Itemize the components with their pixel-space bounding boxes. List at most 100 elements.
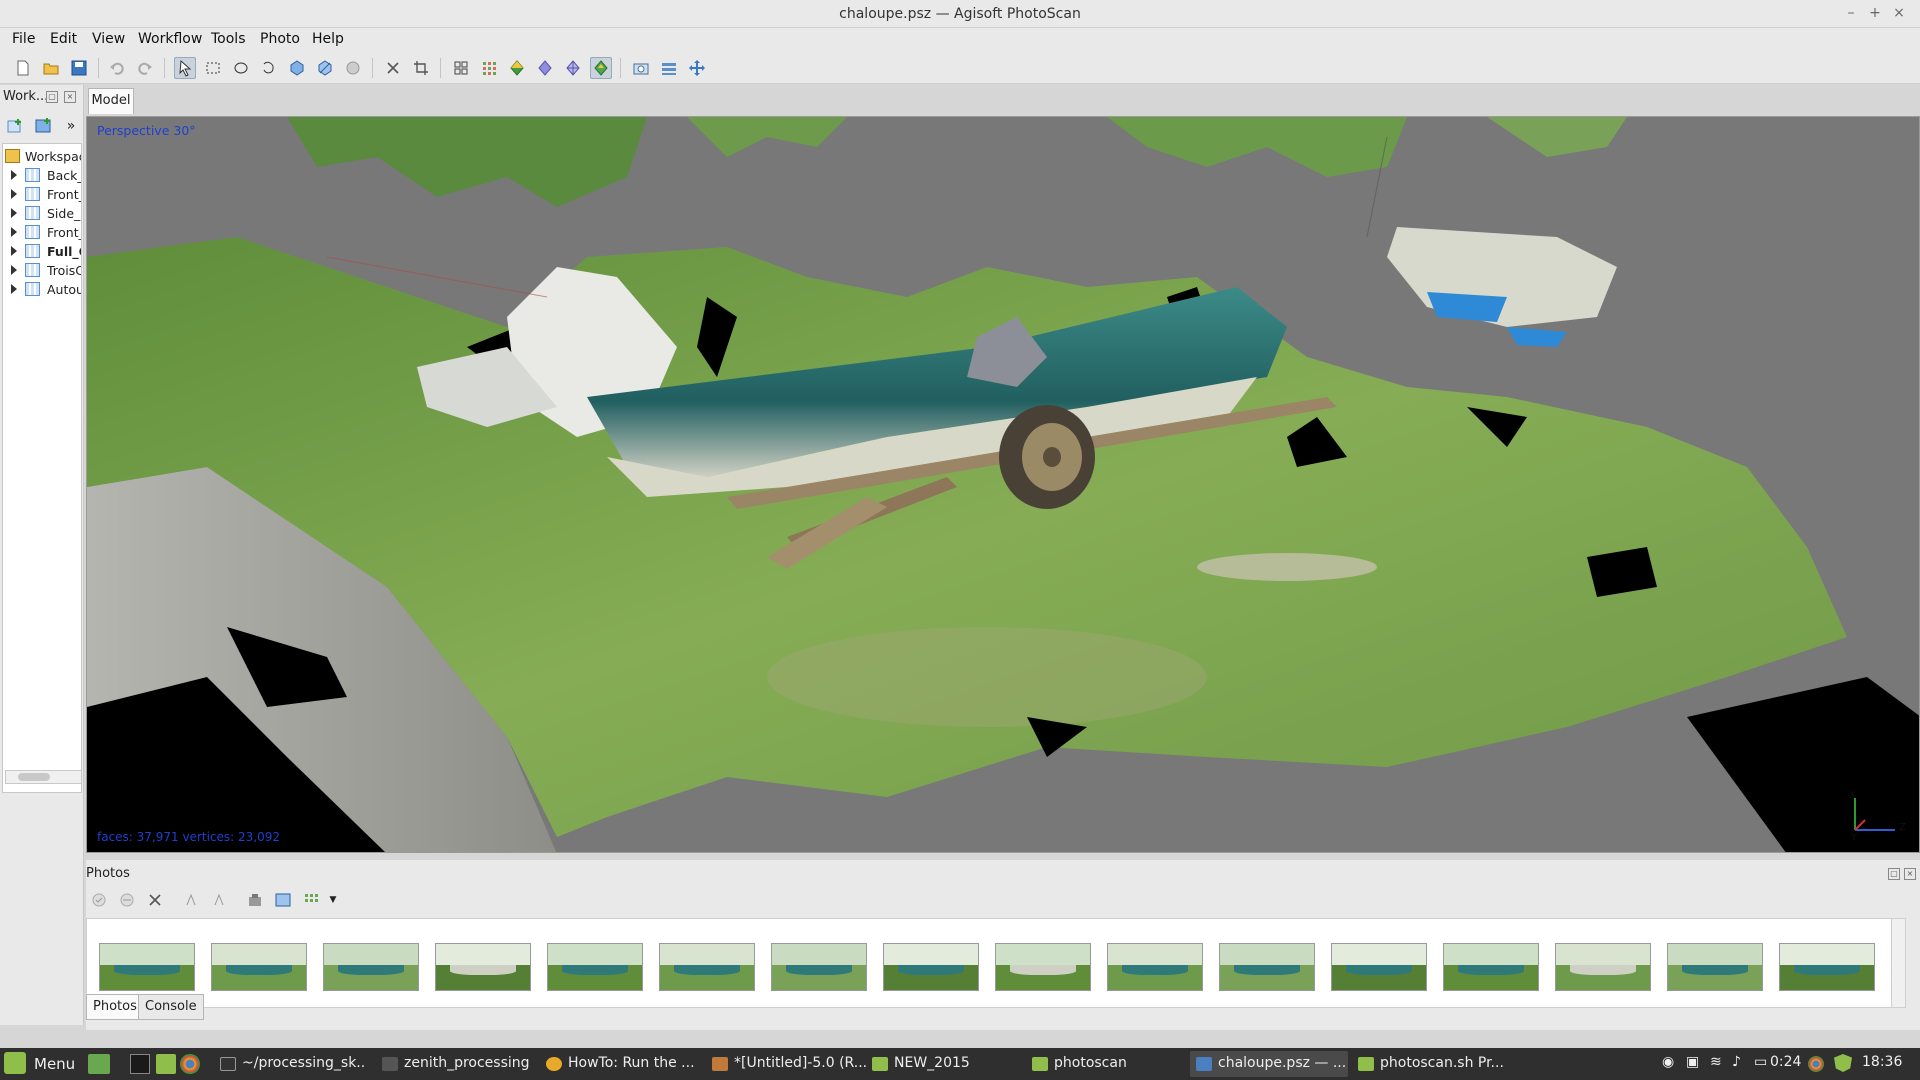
tree-item-chunk[interactable]: Back_	[3, 166, 81, 185]
save-icon[interactable]	[68, 57, 90, 79]
menu-workflow[interactable]: Workflow	[134, 31, 206, 47]
task-item[interactable]: ~/processing_sk...	[214, 1051, 364, 1077]
photo-thumbnail[interactable]	[99, 943, 195, 991]
solid-model-icon[interactable]	[534, 57, 556, 79]
enable-photos-icon[interactable]	[88, 889, 110, 911]
show-cameras-toggle-icon[interactable]	[272, 889, 294, 911]
files-icon[interactable]	[156, 1054, 176, 1074]
task-item[interactable]: photoscan	[1026, 1051, 1186, 1077]
expand-arrow-icon[interactable]	[11, 170, 17, 180]
crop-selection-icon[interactable]	[410, 57, 432, 79]
shaded-model-icon[interactable]	[506, 57, 528, 79]
new-icon[interactable]	[12, 57, 34, 79]
float-panel-icon[interactable]: ▢	[1888, 868, 1900, 880]
add-photos-icon[interactable]	[32, 115, 54, 137]
rotate-region-icon[interactable]	[314, 57, 336, 79]
open-icon[interactable]	[40, 57, 62, 79]
model-viewport[interactable]: Perspective 30° faces: 37,971 vertices: …	[86, 116, 1920, 853]
expand-arrow-icon[interactable]	[11, 208, 17, 218]
expand-arrow-icon[interactable]	[11, 189, 17, 199]
circle-selection-icon[interactable]	[230, 57, 252, 79]
maximize-icon[interactable]: +	[1866, 4, 1884, 22]
tab-model[interactable]: Model	[88, 88, 134, 114]
photo-thumbnail[interactable]	[659, 943, 755, 991]
show-cameras-icon[interactable]	[450, 57, 472, 79]
chrome-icon[interactable]	[180, 1054, 200, 1074]
navigation-icon[interactable]	[174, 57, 196, 79]
point-cloud-icon[interactable]	[478, 57, 500, 79]
menu-photo[interactable]: Photo	[256, 31, 304, 47]
menu-edit[interactable]: Edit	[46, 31, 81, 47]
tree-item-chunk[interactable]: Front_	[3, 223, 81, 242]
delete-selection-icon[interactable]	[382, 57, 404, 79]
tree-item-chunk-active[interactable]: Full_C	[3, 242, 81, 261]
photo-thumbnail[interactable]	[211, 943, 307, 991]
expand-arrow-icon[interactable]	[11, 246, 17, 256]
float-panel-icon[interactable]: ▢	[46, 91, 58, 103]
workspace-horizontal-scrollbar[interactable]	[5, 770, 81, 784]
rotate-left-icon[interactable]	[180, 889, 202, 911]
disable-photos-icon[interactable]	[116, 889, 138, 911]
expand-arrow-icon[interactable]	[11, 227, 17, 237]
redo-icon[interactable]	[134, 57, 156, 79]
close-icon[interactable]: ×	[1890, 4, 1908, 22]
mint-menu-icon[interactable]	[4, 1052, 26, 1074]
photo-thumbnail[interactable]	[1107, 943, 1203, 991]
volume-icon[interactable]: ♪	[1732, 1054, 1741, 1070]
user-icon[interactable]: ◉	[1662, 1054, 1674, 1070]
rotate-object-icon[interactable]	[342, 57, 364, 79]
task-item[interactable]: *[Untitled]-5.0 (R...	[706, 1051, 866, 1077]
tree-item-chunk[interactable]: Side_C	[3, 204, 81, 223]
photo-thumbnail[interactable]	[883, 943, 979, 991]
scrollbar-thumb[interactable]	[18, 773, 50, 781]
tree-item-chunk[interactable]: Autou	[3, 280, 81, 299]
close-panel-icon[interactable]: ×	[1904, 868, 1916, 880]
task-item[interactable]: NEW_2015	[866, 1051, 1026, 1077]
menu-help[interactable]: Help	[308, 31, 348, 47]
task-item-active[interactable]: chaloupe.psz — ...	[1190, 1051, 1348, 1077]
photo-thumbnail[interactable]	[547, 943, 643, 991]
thumbnails-vertical-scrollbar[interactable]	[1891, 919, 1905, 1007]
show-aligned-cameras-icon[interactable]	[658, 57, 680, 79]
update-manager-icon[interactable]	[1834, 1054, 1852, 1072]
task-item[interactable]: zenith_processing	[376, 1051, 532, 1077]
photo-thumbnail[interactable]	[1443, 943, 1539, 991]
clipboard-icon[interactable]: ▣	[1686, 1054, 1699, 1070]
capture-view-icon[interactable]	[630, 57, 652, 79]
battery-icon[interactable]: ▭	[1754, 1054, 1767, 1070]
free-form-selection-icon[interactable]	[258, 57, 280, 79]
menu-file[interactable]: File	[8, 31, 39, 47]
add-chunk-icon[interactable]	[4, 115, 26, 137]
start-menu-label[interactable]: Menu	[34, 1055, 75, 1073]
task-item[interactable]: HowTo: Run the ...	[540, 1051, 700, 1077]
photo-thumbnail[interactable]	[323, 943, 419, 991]
tree-item-workspace[interactable]: Workspac	[3, 147, 81, 166]
rectangle-selection-icon[interactable]	[202, 57, 224, 79]
photo-thumbnail[interactable]	[1779, 943, 1875, 991]
menu-view[interactable]: View	[88, 31, 129, 47]
photo-thumbnail[interactable]	[1555, 943, 1651, 991]
rotate-right-icon[interactable]	[208, 889, 230, 911]
tab-photos[interactable]: Photos	[86, 994, 144, 1020]
undo-icon[interactable]	[106, 57, 128, 79]
photo-thumbnail[interactable]	[995, 943, 1091, 991]
masks-icon[interactable]	[244, 889, 266, 911]
textured-model-icon[interactable]	[590, 57, 612, 79]
view-mode-dropdown-icon[interactable]: ▼	[322, 889, 344, 911]
task-item[interactable]: photoscan.sh Pr...	[1352, 1051, 1510, 1077]
resize-region-icon[interactable]	[286, 57, 308, 79]
expand-arrow-icon[interactable]	[11, 265, 17, 275]
photo-thumbnail[interactable]	[1667, 943, 1763, 991]
more-tools-icon[interactable]: »	[60, 115, 82, 137]
tree-item-chunk[interactable]: Front_	[3, 185, 81, 204]
tab-console[interactable]: Console	[138, 994, 204, 1020]
remove-photos-icon[interactable]	[144, 889, 166, 911]
expand-arrow-icon[interactable]	[11, 284, 17, 294]
wifi-icon[interactable]: ≋	[1710, 1054, 1722, 1070]
wireframe-icon[interactable]	[562, 57, 584, 79]
chrome-tray-icon[interactable]	[1808, 1056, 1824, 1072]
photo-thumbnail[interactable]	[1331, 943, 1427, 991]
minimize-icon[interactable]: –	[1842, 4, 1860, 22]
terminal-icon[interactable]	[130, 1054, 150, 1074]
view-mode-icon[interactable]	[300, 889, 322, 911]
